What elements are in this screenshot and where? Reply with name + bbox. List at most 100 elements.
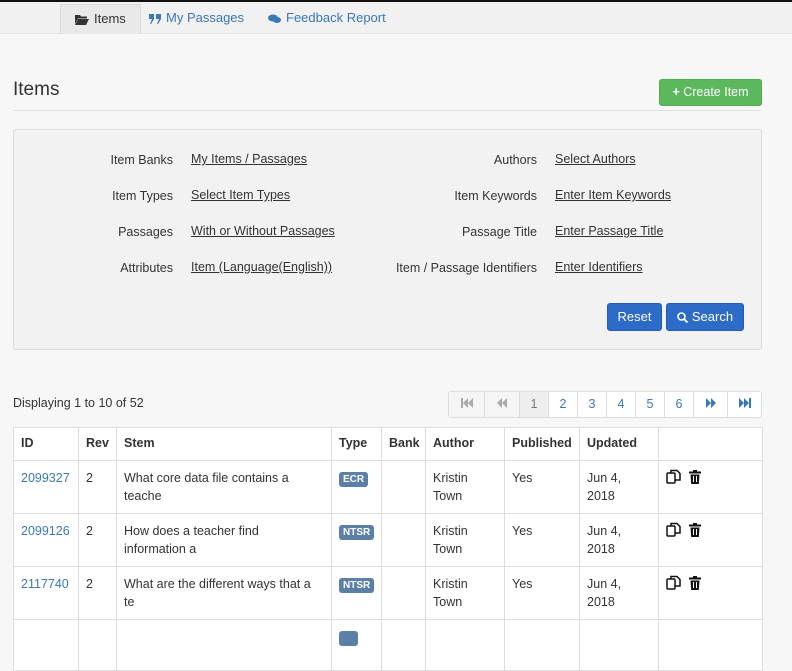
copy-icon[interactable] xyxy=(666,469,681,484)
tab-my-passages[interactable]: My Passages xyxy=(135,4,258,34)
item-type-badge xyxy=(339,631,359,646)
row-actions xyxy=(658,513,763,567)
item-type-badge: ECR xyxy=(339,472,369,487)
item-stem: What are the different ways that a te xyxy=(116,566,332,620)
col-header-updated[interactable]: Updated xyxy=(579,427,659,461)
col-header-type[interactable]: Type xyxy=(331,427,382,461)
search-button-label: Search xyxy=(691,309,734,324)
item-updated: Jun 4, 2018 xyxy=(579,513,659,567)
items-table: ID Rev Stem Type Bank Author Published U… xyxy=(13,427,763,671)
col-header-id[interactable]: ID xyxy=(13,427,79,461)
page-5[interactable]: 5 xyxy=(635,392,664,417)
tab-items-label: Items xyxy=(94,11,126,26)
filter-link-item-banks[interactable]: My Items / Passages xyxy=(191,152,307,166)
table-row xyxy=(13,619,763,671)
col-header-actions xyxy=(658,427,763,461)
filter-link-identifiers[interactable]: Enter Identifiers xyxy=(555,260,643,274)
filter-link-passage-title[interactable]: Enter Passage Title xyxy=(555,224,663,238)
copy-icon[interactable] xyxy=(666,522,681,537)
row-actions xyxy=(658,619,763,671)
plus-icon: + xyxy=(672,85,680,99)
create-item-button[interactable]: + Create Item xyxy=(659,79,762,106)
table-row: 2117740 2 What are the different ways th… xyxy=(13,566,763,620)
item-updated: Jun 4, 2018 xyxy=(579,460,659,514)
reset-button[interactable]: Reset xyxy=(607,303,662,331)
pagination: 1 2 3 4 5 6 xyxy=(448,391,762,418)
item-author: Kristin Town xyxy=(425,513,505,567)
filter-link-attributes[interactable]: Item (Language(English)) xyxy=(191,260,332,274)
trash-icon[interactable] xyxy=(689,470,701,484)
col-header-stem[interactable]: Stem xyxy=(116,427,332,461)
copy-icon[interactable] xyxy=(666,575,681,590)
filter-label-identifiers: Item / Passage Identifiers xyxy=(395,261,537,275)
create-item-label: Create Item xyxy=(683,85,749,99)
prev-page-icon xyxy=(497,398,507,408)
page-6[interactable]: 6 xyxy=(664,392,693,417)
item-stem: What core data file contains a teache xyxy=(116,460,332,514)
table-row: 2099126 2 How does a teacher find inform… xyxy=(13,513,763,567)
item-type-badge: NTSR xyxy=(339,525,375,540)
tab-items[interactable]: Items xyxy=(60,4,141,34)
item-published: Yes xyxy=(504,513,580,567)
item-bank xyxy=(381,513,426,567)
col-header-rev[interactable]: Rev xyxy=(78,427,117,461)
item-author: Kristin Town xyxy=(425,566,505,620)
item-stem: How does a teacher find information a xyxy=(116,513,332,567)
next-page-button[interactable] xyxy=(693,392,727,417)
tab-feedback-report-label: Feedback Report xyxy=(286,10,386,25)
page-title: Items xyxy=(13,79,60,100)
nav-tabs: Items My Passages Feedback Report xyxy=(0,2,792,34)
item-bank xyxy=(381,460,426,514)
item-type-badge: NTSR xyxy=(339,578,375,593)
tab-my-passages-label: My Passages xyxy=(166,10,245,25)
title-divider xyxy=(13,110,762,111)
page-1[interactable]: 1 xyxy=(519,392,548,417)
item-rev: 2 xyxy=(78,513,117,567)
search-button[interactable]: Search xyxy=(666,303,744,331)
last-page-icon xyxy=(738,398,751,408)
tab-feedback-report[interactable]: Feedback Report xyxy=(254,4,400,34)
col-header-published[interactable]: Published xyxy=(504,427,580,461)
filter-link-passages[interactable]: With or Without Passages xyxy=(191,224,335,238)
results-count: Displaying 1 to 10 of 52 xyxy=(13,396,144,410)
trash-icon[interactable] xyxy=(689,576,701,590)
table-row: 2099327 2 What core data file contains a… xyxy=(13,460,763,514)
item-bank xyxy=(381,566,426,620)
page-3[interactable]: 3 xyxy=(577,392,606,417)
item-id-link[interactable]: 2099126 xyxy=(21,524,70,538)
filter-label-authors: Authors xyxy=(493,153,537,167)
row-actions xyxy=(658,460,763,514)
item-id-link[interactable]: 2099327 xyxy=(21,471,70,485)
col-header-author[interactable]: Author xyxy=(425,427,505,461)
page-4[interactable]: 4 xyxy=(606,392,635,417)
item-id-link[interactable]: 2117740 xyxy=(21,577,69,591)
item-updated: Jun 4, 2018 xyxy=(579,566,659,620)
search-icon xyxy=(677,312,689,324)
first-page-icon xyxy=(460,398,473,408)
filter-label-item-banks: Item Banks xyxy=(110,153,173,167)
page-2[interactable]: 2 xyxy=(548,392,577,417)
next-page-icon xyxy=(705,398,716,408)
filter-link-item-types[interactable]: Select Item Types xyxy=(191,188,290,202)
item-published: Yes xyxy=(504,566,580,620)
item-author: Kristin Town xyxy=(425,460,505,514)
last-page-button[interactable] xyxy=(727,392,761,417)
folder-open-icon xyxy=(75,15,89,25)
table-header-row: ID Rev Stem Type Bank Author Published U… xyxy=(13,427,763,461)
row-actions xyxy=(658,566,763,620)
filter-label-item-types: Item Types xyxy=(112,189,173,203)
prev-page-button[interactable] xyxy=(484,392,519,417)
filter-link-item-keywords[interactable]: Enter Item Keywords xyxy=(555,188,671,202)
quote-icon xyxy=(149,14,161,24)
filter-link-authors[interactable]: Select Authors xyxy=(555,152,636,166)
filter-label-attributes: Attributes xyxy=(120,261,173,275)
filter-label-passage-title: Passage Title xyxy=(461,225,537,239)
filter-label-item-keywords: Item Keywords xyxy=(454,189,537,203)
item-rev: 2 xyxy=(78,566,117,620)
col-header-bank[interactable]: Bank xyxy=(381,427,426,461)
item-rev: 2 xyxy=(78,460,117,514)
comments-icon xyxy=(268,14,281,23)
trash-icon[interactable] xyxy=(689,523,701,537)
first-page-button[interactable] xyxy=(449,392,484,417)
filter-label-passages: Passages xyxy=(118,225,173,239)
